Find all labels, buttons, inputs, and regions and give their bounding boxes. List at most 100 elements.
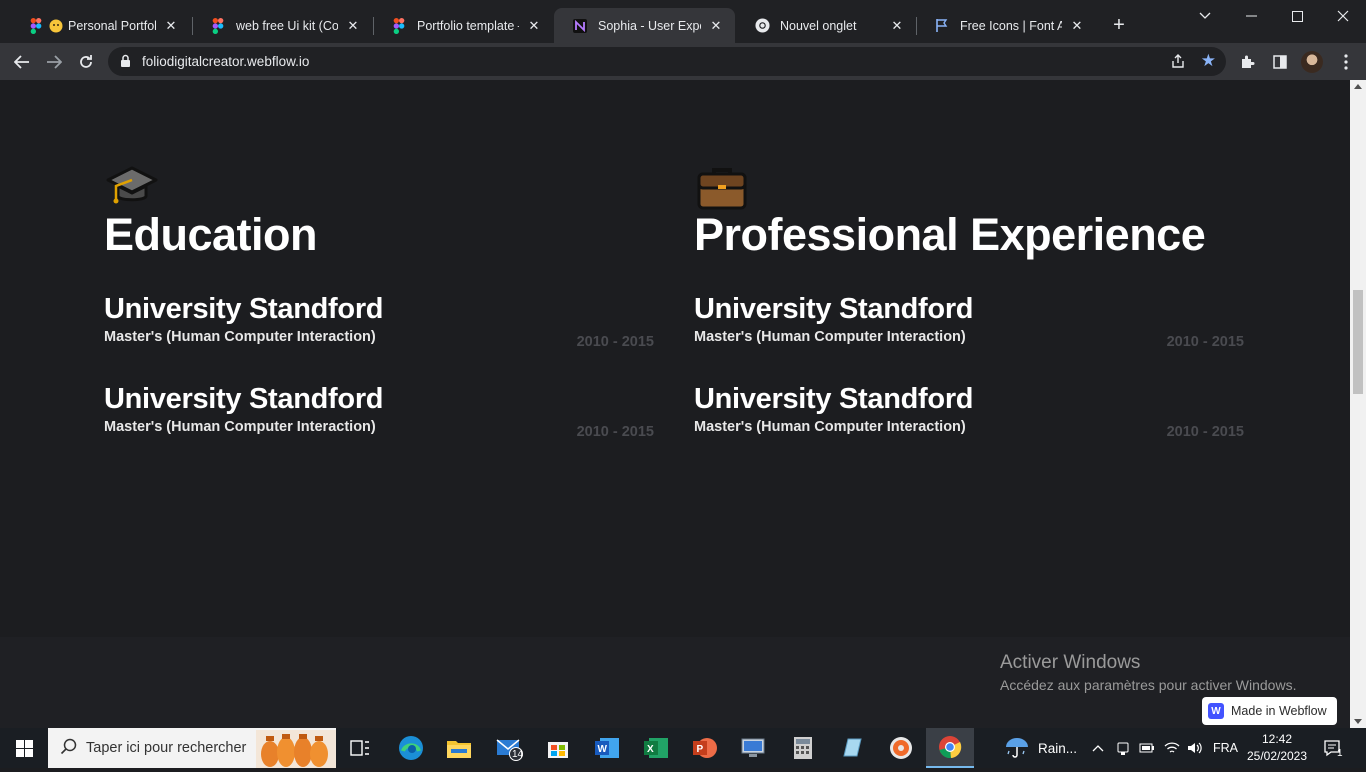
badge-label: Made in Webflow <box>1231 704 1327 718</box>
mail-badge-count: 14 <box>512 749 524 760</box>
task-view-icon[interactable] <box>345 733 375 763</box>
tab-personal-portfolio[interactable]: Personal Portfolio ✕ <box>10 8 190 43</box>
tab-nouvel-onglet[interactable]: Nouvel onglet ✕ <box>736 8 916 43</box>
experience-section: Professional Experience University Stand… <box>694 160 1244 474</box>
chrome-icon <box>754 18 770 34</box>
back-button[interactable] <box>8 48 36 76</box>
powerpoint-icon[interactable]: P <box>690 733 720 763</box>
profile-avatar[interactable] <box>1301 51 1323 73</box>
tab-title: Portfolio template – Fi <box>417 18 519 33</box>
language-indicator[interactable]: FRA <box>1213 728 1238 768</box>
search-placeholder: Taper ici pour rechercher <box>86 740 247 756</box>
tab-search-icon[interactable] <box>1182 0 1228 32</box>
battery-icon[interactable] <box>1139 728 1155 768</box>
bookmark-star-icon[interactable]: ★ <box>1201 51 1216 71</box>
menu-kebab-icon[interactable] <box>1332 48 1360 76</box>
section-title-experience: Professional Experience <box>694 209 1206 260</box>
lock-icon[interactable] <box>120 54 131 73</box>
volume-icon[interactable] <box>1187 728 1203 768</box>
media-player-icon[interactable] <box>886 733 916 763</box>
entry-name: University Standford <box>694 382 974 415</box>
close-icon[interactable]: ✕ <box>344 17 362 35</box>
scrollbar-thumb[interactable] <box>1353 290 1363 394</box>
reload-button[interactable] <box>72 48 100 76</box>
chrome-taskbar-icon[interactable] <box>926 728 974 768</box>
close-icon[interactable]: ✕ <box>1068 17 1086 35</box>
url-text[interactable]: foliodigitalcreator.webflow.io <box>142 54 309 69</box>
meet-now-icon[interactable] <box>1116 728 1130 768</box>
maximize-button[interactable] <box>1274 0 1320 32</box>
tab-title: Free Icons | Font Awes <box>960 18 1062 33</box>
entry-degree: Master's (Human Computer Interaction) <box>104 329 376 346</box>
rain-umbrella-icon <box>1004 735 1030 762</box>
search-highlight-image <box>256 730 336 768</box>
entry-name: University Standford <box>104 292 384 325</box>
clock-time: 12:42 <box>1261 732 1293 746</box>
forward-button[interactable] <box>40 48 68 76</box>
mail-icon[interactable]: 14 <box>494 733 524 763</box>
calculator-icon[interactable] <box>788 733 818 763</box>
close-icon[interactable]: ✕ <box>707 17 725 35</box>
new-tab-button[interactable]: + <box>1108 14 1130 36</box>
close-window-button[interactable] <box>1320 0 1366 32</box>
system-clock[interactable]: 12:42 25/02/2023 <box>1245 731 1309 765</box>
wifi-icon[interactable] <box>1164 728 1180 768</box>
education-section: Education University Standford Master's … <box>104 160 654 474</box>
edge-browser-icon[interactable] <box>396 733 426 763</box>
page-scrollbar[interactable] <box>1350 80 1366 728</box>
scroll-down-icon[interactable] <box>1354 719 1362 724</box>
address-bar[interactable]: foliodigitalcreator.webflow.io ★ <box>108 47 1226 76</box>
tab-portfolio-template[interactable]: Portfolio template – Fi ✕ <box>373 8 553 43</box>
weather-text: Rain... <box>1038 740 1078 756</box>
notification-count: 1 <box>1337 748 1343 759</box>
education-entry: University Standford Master's (Human Com… <box>104 382 654 474</box>
excel-icon[interactable]: X <box>641 733 671 763</box>
side-panel-icon[interactable] <box>1266 48 1294 76</box>
show-hidden-icons-chevron[interactable] <box>1092 728 1104 768</box>
extensions-puzzle-icon[interactable] <box>1234 48 1262 76</box>
tab-free-icons[interactable]: Free Icons | Font Awes ✕ <box>916 8 1096 43</box>
entry-degree: Master's (Human Computer Interaction) <box>104 419 376 436</box>
tab-strip: Personal Portfolio ✕ web free Ui kit (Co… <box>0 0 1366 45</box>
flag-icon <box>934 18 950 34</box>
briefcase-icon <box>694 160 750 216</box>
scroll-up-icon[interactable] <box>1354 84 1362 89</box>
tab-sophia-active[interactable]: Sophia - User Experien ✕ <box>554 8 735 43</box>
file-explorer-icon[interactable] <box>444 733 474 763</box>
webpage-content: Education University Standford Master's … <box>0 80 1350 728</box>
word-icon[interactable]: W <box>592 733 622 763</box>
weather-widget[interactable]: Rain... <box>1004 728 1077 768</box>
svg-text:P: P <box>697 744 704 755</box>
sticky-notes-icon[interactable] <box>837 733 867 763</box>
tab-title: Sophia - User Experien <box>598 18 701 33</box>
entry-years: 2010 - 2015 <box>576 423 654 440</box>
activate-windows-watermark: Activer Windows Accédez aux paramètres p… <box>1000 652 1296 693</box>
share-icon[interactable] <box>1170 53 1186 74</box>
microsoft-store-icon[interactable] <box>543 733 573 763</box>
notification-center-icon[interactable]: 1 <box>1323 728 1343 768</box>
experience-entry: University Standford Master's (Human Com… <box>694 293 1244 384</box>
browser-toolbar: foliodigitalcreator.webflow.io ★ <box>0 43 1366 80</box>
svg-text:W: W <box>598 744 608 755</box>
tab-title: web free Ui kit (Comm <box>236 18 338 33</box>
minimize-button[interactable] <box>1228 0 1274 32</box>
windows-taskbar: Taper ici pour rechercher 14 W X P Rain.… <box>0 728 1366 768</box>
activate-subtitle: Accédez aux paramètres pour activer Wind… <box>1000 677 1297 693</box>
figma-icon <box>391 17 407 34</box>
tab-web-free-ui-kit[interactable]: web free Ui kit (Comm ✕ <box>192 8 372 43</box>
clock-date: 25/02/2023 <box>1246 749 1308 763</box>
windows-start-button[interactable] <box>0 728 48 768</box>
webflow-logo-icon: W <box>1208 703 1224 719</box>
remote-desktop-icon[interactable] <box>738 733 768 763</box>
close-icon[interactable]: ✕ <box>888 17 906 35</box>
close-icon[interactable]: ✕ <box>525 17 543 35</box>
experience-entry: University Standford Master's (Human Com… <box>694 382 1244 474</box>
graduation-cap-icon <box>104 160 160 216</box>
close-icon[interactable]: ✕ <box>162 17 180 35</box>
thinking-emoji-icon <box>48 18 64 34</box>
svg-text:X: X <box>647 744 654 755</box>
made-in-webflow-badge[interactable]: W Made in Webflow <box>1202 697 1337 725</box>
entry-name: University Standford <box>104 382 384 415</box>
figma-icon <box>210 17 226 34</box>
taskbar-search-box[interactable]: Taper ici pour rechercher <box>48 728 336 768</box>
